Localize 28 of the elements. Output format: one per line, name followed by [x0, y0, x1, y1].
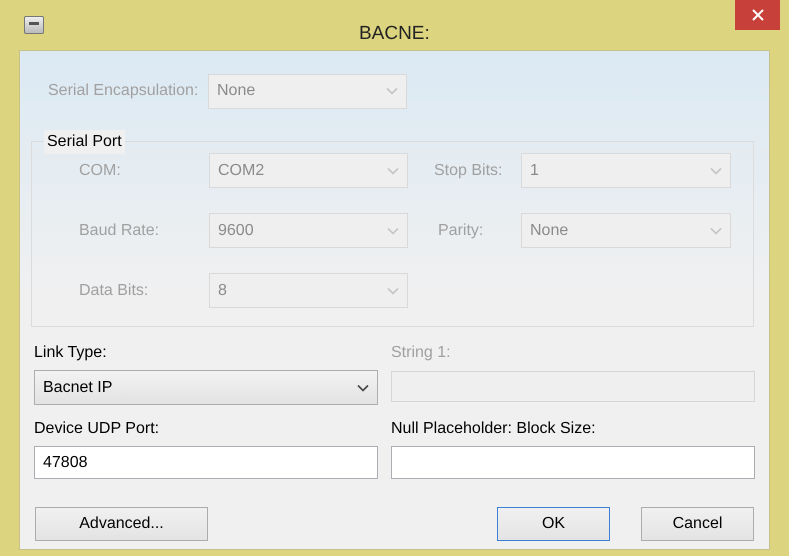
- chevron-icon: [710, 226, 722, 234]
- field-label: Data Bits:: [78, 280, 150, 300]
- field-label: Baud Rate:: [78, 220, 160, 240]
- field-label: Stop Bits:: [433, 160, 504, 180]
- chevron-icon: [710, 166, 722, 174]
- chevron-icon: [387, 286, 399, 294]
- dropdown[interactable]: Bacnet IP: [34, 370, 378, 405]
- group-title: Serial Port: [44, 130, 125, 154]
- chevron-icon: [357, 384, 369, 392]
- input-field[interactable]: 47808: [34, 446, 378, 479]
- input-field[interactable]: [391, 446, 755, 479]
- window-title: BACNE:: [359, 22, 430, 46]
- field-label: Parity:: [437, 220, 484, 240]
- dialog-button[interactable]: Advanced...: [35, 507, 208, 541]
- field-label: COM:: [78, 160, 122, 180]
- field-label: Null Placeholder: Block Size:: [391, 419, 597, 439]
- close-button[interactable]: [735, 0, 780, 30]
- dialog-button[interactable]: OK: [497, 507, 610, 541]
- app-icon: [24, 16, 44, 34]
- chevron-icon: [387, 226, 399, 234]
- dialog-button[interactable]: Cancel: [641, 507, 754, 541]
- close-icon: [752, 9, 764, 21]
- field-label: Device UDP Port:: [34, 419, 160, 439]
- chevron-icon: [387, 166, 399, 174]
- chevron-icon: [386, 87, 398, 95]
- field-label: String 1:: [391, 343, 452, 363]
- field-label: Link Type:: [34, 343, 108, 363]
- field-label: Serial Encapsulation:: [47, 82, 200, 100]
